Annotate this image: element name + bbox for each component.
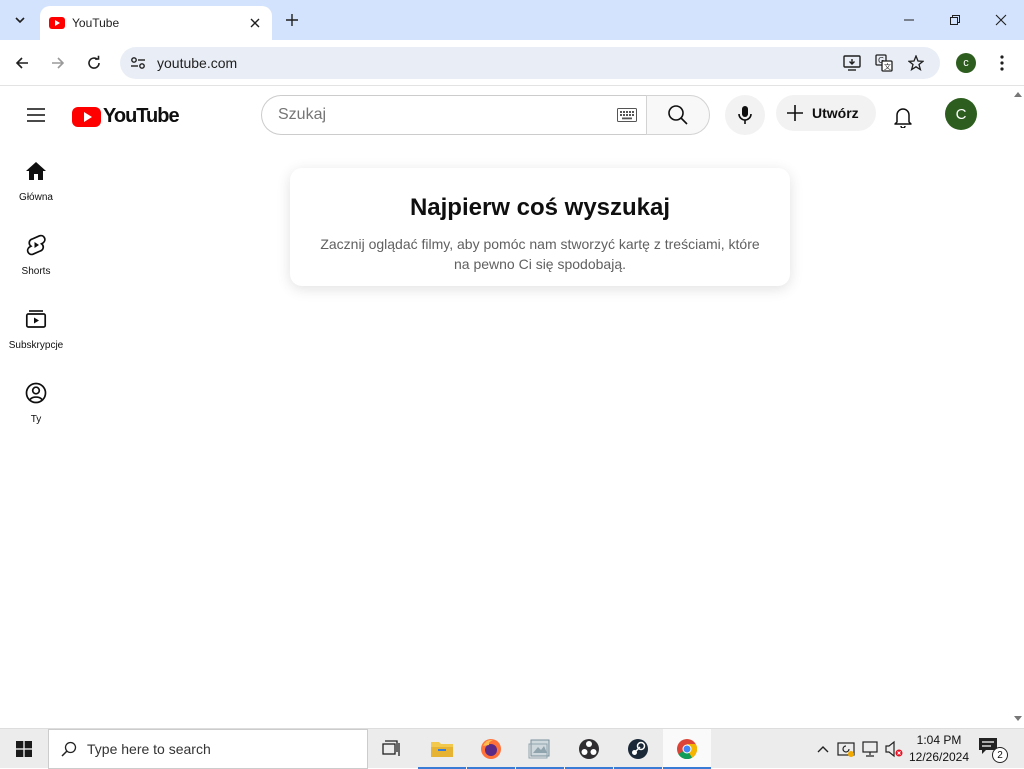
search-icon (668, 105, 688, 125)
browser-toolbar: youtube.com G文 (0, 40, 1024, 86)
plus-icon (787, 105, 803, 121)
youtube-favicon-icon (49, 17, 65, 29)
notification-count-badge: 2 (992, 747, 1008, 763)
taskbar-photos-app[interactable] (516, 729, 564, 769)
restore-button[interactable] (932, 0, 978, 40)
url-text: youtube.com (157, 55, 238, 71)
taskbar-search-placeholder: Type here to search (87, 741, 211, 757)
reload-button[interactable] (80, 49, 108, 77)
chevron-down-icon (15, 17, 25, 24)
translate-icon[interactable]: G文 (874, 53, 894, 73)
windows-update-icon[interactable] (836, 739, 856, 759)
browser-profile-avatar[interactable]: c (956, 53, 976, 73)
arrow-right-icon (52, 57, 65, 69)
voice-search-button[interactable] (725, 95, 765, 135)
guide-item-label: Subskrypcje (8, 340, 64, 351)
photos-icon (528, 739, 550, 759)
guide-item-label: Główna (19, 192, 53, 203)
page-scrollbar[interactable] (1012, 87, 1024, 728)
scroll-down-arrow-icon[interactable] (1012, 713, 1024, 725)
shorts-icon (26, 234, 46, 256)
file-explorer-icon (431, 742, 453, 757)
restore-icon (950, 15, 960, 25)
task-view-icon (382, 740, 400, 756)
bell-icon (894, 108, 912, 128)
close-icon (995, 14, 1007, 26)
firefox-icon (481, 739, 501, 759)
close-tab-icon[interactable] (247, 15, 263, 31)
taskbar-clock[interactable]: 1:04 PM 12/26/2024 (904, 732, 974, 766)
tab-search-button[interactable] (8, 8, 32, 32)
guide-item-you[interactable]: Ty (0, 365, 72, 439)
hamburger-menu-icon (27, 108, 45, 122)
reload-icon (88, 55, 100, 69)
minimize-button[interactable] (886, 0, 932, 40)
chrome-icon (677, 739, 698, 760)
search-input[interactable] (278, 105, 598, 125)
task-view-button[interactable] (368, 729, 416, 769)
youtube-logo[interactable]: YouTube (72, 105, 180, 128)
network-icon[interactable] (860, 739, 880, 759)
guide-item-subscriptions[interactable]: Subskrypcje (0, 291, 72, 365)
subscriptions-icon (25, 310, 47, 328)
guide-item-shorts[interactable]: Shorts (0, 217, 72, 291)
show-hidden-icons-chevron-icon[interactable] (813, 739, 833, 759)
empty-feed-message: Zacznij oglądać filmy, aby pomóc nam stw… (320, 236, 760, 272)
taskbar-firefox[interactable] (467, 729, 515, 769)
bookmark-star-icon[interactable] (906, 53, 926, 73)
microphone-icon (738, 106, 752, 124)
forward-button[interactable] (44, 49, 72, 77)
taskbar-steam[interactable] (614, 729, 662, 769)
you-icon (25, 382, 47, 404)
taskbar-search-box[interactable]: Type here to search (48, 729, 368, 769)
clock-date: 12/26/2024 (908, 750, 970, 764)
browser-menu-button[interactable] (992, 51, 1012, 75)
arrow-left-icon (15, 57, 28, 69)
empty-feed-card: Najpierw coś wyszukaj Zacznij oglądać fi… (290, 168, 790, 286)
account-avatar[interactable]: C (945, 98, 977, 130)
close-window-button[interactable] (978, 0, 1024, 40)
notifications-button[interactable] (883, 97, 923, 137)
empty-feed-title: Najpierw coś wyszukaj (409, 194, 671, 221)
browser-tab-youtube[interactable]: YouTube (40, 6, 272, 40)
create-button-label: Utwórz (812, 105, 859, 121)
obs-icon (579, 739, 599, 759)
keyboard-icon[interactable] (617, 108, 637, 122)
start-button[interactable] (0, 729, 48, 769)
site-info-icon[interactable] (128, 53, 148, 73)
guide-item-home[interactable]: Główna (0, 143, 72, 217)
svg-text:文: 文 (884, 62, 891, 71)
youtube-wordmark: YouTube (103, 105, 180, 127)
search-icon (61, 741, 77, 757)
plus-icon (286, 14, 298, 26)
taskbar-chrome[interactable] (663, 729, 711, 769)
steam-icon (628, 739, 648, 759)
action-center-button[interactable]: 2 (978, 737, 1012, 763)
install-app-icon[interactable] (842, 53, 862, 73)
volume-muted-icon[interactable] (884, 739, 904, 759)
youtube-masthead: YouTube Utwórz C (0, 87, 1012, 143)
guide-item-label: Ty (30, 414, 42, 425)
guide-item-label: Shorts (21, 266, 51, 277)
windows-logo-icon (16, 741, 32, 757)
taskbar-obs[interactable] (565, 729, 613, 769)
clock-time: 1:04 PM (916, 733, 962, 747)
browser-title-bar: YouTube (0, 0, 1024, 40)
search-button[interactable] (646, 95, 710, 135)
taskbar-file-explorer[interactable] (418, 729, 466, 769)
guide-menu-button[interactable] (20, 99, 52, 131)
more-vertical-icon (1000, 55, 1004, 71)
minimize-icon (904, 19, 914, 21)
scroll-up-arrow-icon[interactable] (1012, 88, 1024, 100)
back-button[interactable] (8, 49, 36, 77)
youtube-play-logo-icon (72, 106, 101, 127)
windows-taskbar: Type here to search 1:04 PM 12/26/2024 2 (0, 728, 1024, 769)
create-button[interactable]: Utwórz (776, 95, 876, 131)
home-icon (26, 162, 46, 180)
new-tab-button[interactable] (280, 8, 304, 32)
address-bar[interactable]: youtube.com G文 (120, 47, 940, 79)
search-box (261, 95, 647, 135)
tab-title: YouTube (72, 16, 120, 30)
